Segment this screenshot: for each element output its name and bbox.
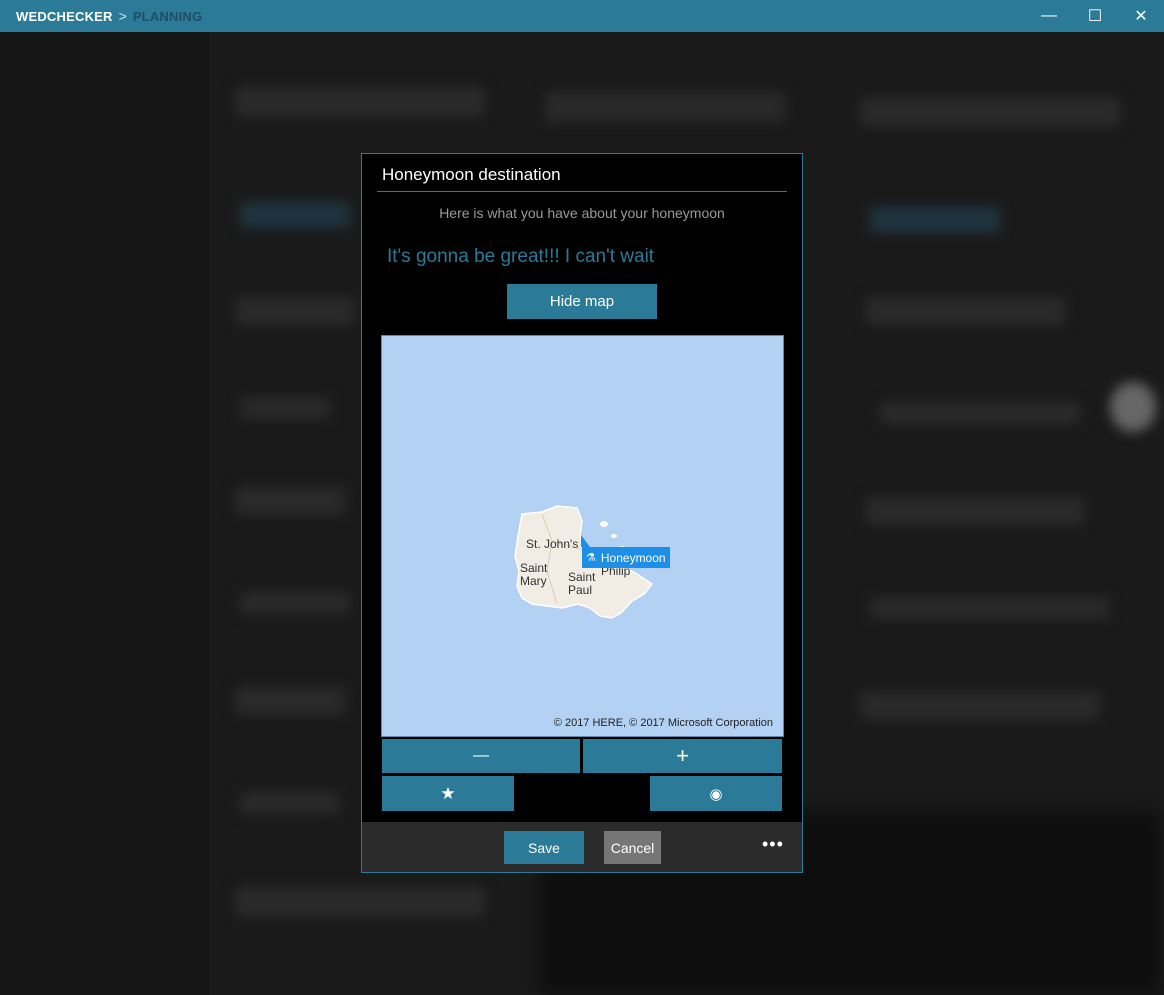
zoom-out-button[interactable]: — — [382, 739, 580, 773]
background-block — [235, 297, 355, 325]
breadcrumb-separator: > — [118, 8, 127, 24]
map-pin[interactable]: ⚗ Honeymoon — [582, 547, 670, 568]
background-block — [545, 92, 785, 122]
honeymoon-dialog: Honeymoon destination Here is what you h… — [361, 153, 803, 873]
close-button[interactable]: ✕ — [1118, 0, 1164, 32]
window-titlebar: WEDCHECKER > PLANNING — ☐ ✕ — [0, 0, 1164, 32]
pin-pointer — [581, 535, 590, 547]
map-place-label: Saint Mary — [520, 561, 548, 588]
flask-icon: ⚗ — [586, 552, 596, 564]
background-block — [880, 402, 1080, 424]
map-pin-label: Honeymoon — [600, 550, 666, 565]
background-block — [240, 592, 350, 614]
locate-button[interactable]: ◉ — [650, 776, 782, 811]
hide-map-button[interactable]: Hide map — [507, 284, 657, 319]
honeymoon-note: It's gonna be great!!! I can't wait — [387, 246, 655, 267]
background-block — [235, 487, 345, 515]
background-block — [860, 97, 1120, 127]
maximize-button[interactable]: ☐ — [1072, 0, 1118, 32]
background-block — [235, 887, 485, 917]
dialog-title: Honeymoon destination — [382, 165, 561, 184]
background-block — [240, 202, 350, 228]
favorite-button[interactable]: ★ — [382, 776, 514, 811]
star-icon: ★ — [440, 783, 456, 803]
window-controls: — ☐ ✕ — [1026, 0, 1164, 32]
background-block — [865, 497, 1085, 525]
zoom-in-button[interactable]: + — [583, 739, 782, 773]
background-left-pane — [0, 32, 210, 995]
minus-icon: — — [473, 747, 489, 764]
map-view[interactable]: St. John's Saint Mary Saint Paul Philip … — [381, 335, 784, 737]
app-name: WEDCHECKER — [16, 8, 113, 24]
background-block — [870, 207, 1000, 233]
background-block — [235, 87, 485, 117]
cancel-button[interactable]: Cancel — [604, 831, 661, 864]
minimize-button[interactable]: — — [1026, 0, 1072, 32]
title-divider — [377, 191, 787, 192]
dialog-footer: Save Cancel ••• — [362, 822, 802, 872]
save-button[interactable]: Save — [504, 831, 584, 864]
background-block — [240, 792, 340, 814]
more-options-icon[interactable]: ••• — [762, 834, 784, 855]
background-block — [1110, 382, 1156, 432]
dialog-subtitle: Here is what you have about your honeymo… — [439, 205, 725, 221]
plus-icon: + — [676, 743, 689, 768]
background-block — [860, 692, 1100, 720]
map-place-label: St. John's — [526, 537, 579, 551]
background-block — [240, 397, 330, 419]
map-place-label: Saint Paul — [568, 570, 596, 597]
background-block — [235, 687, 345, 715]
target-icon: ◉ — [709, 785, 723, 803]
background-block — [870, 597, 1110, 619]
background-block — [865, 297, 1065, 325]
map-copyright: © 2017 HERE, © 2017 Microsoft Corporatio… — [553, 717, 773, 729]
section-name: PLANNING — [132, 8, 203, 24]
